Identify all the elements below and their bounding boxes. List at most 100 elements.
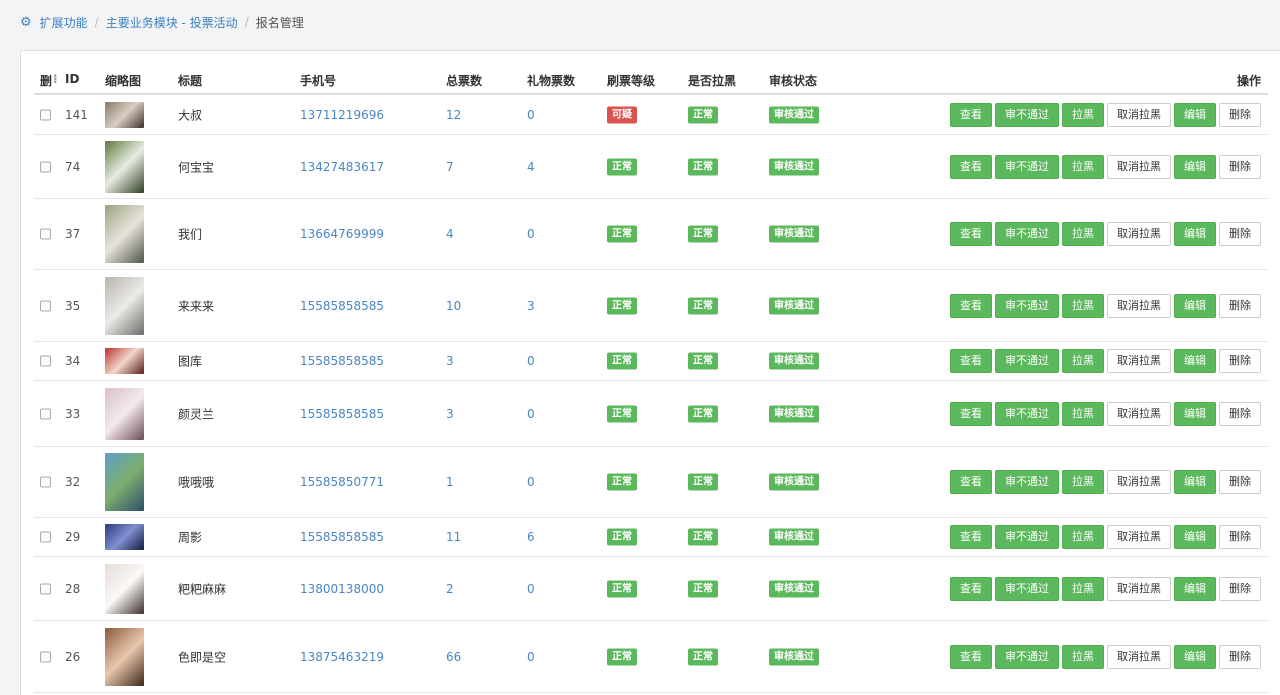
edit-button[interactable]: 编辑 (1174, 644, 1216, 669)
edit-button[interactable]: 编辑 (1174, 525, 1216, 549)
row-checkbox[interactable] (40, 300, 51, 311)
view-button[interactable]: 查看 (950, 349, 992, 373)
delete-button[interactable]: 删除 (1219, 154, 1261, 179)
blacklist-badge: 正常 (688, 405, 718, 422)
edit-button[interactable]: 编辑 (1174, 470, 1216, 494)
row-checkbox[interactable] (40, 228, 51, 240)
row-gift-votes: 0 (527, 475, 535, 489)
row-thumbnail[interactable] (105, 101, 144, 128)
view-button[interactable]: 查看 (950, 644, 992, 669)
reject-button[interactable]: 审不通过 (995, 644, 1059, 669)
view-button[interactable]: 查看 (950, 293, 992, 318)
row-thumbnail[interactable] (105, 453, 144, 511)
view-button[interactable]: 查看 (950, 401, 992, 426)
unblacklist-button[interactable]: 取消拉黑 (1107, 349, 1171, 373)
row-id: 28 (65, 581, 81, 596)
blacklist-button[interactable]: 拉黑 (1062, 644, 1104, 669)
row-title: 颜灵兰 (178, 407, 215, 421)
row-thumbnail[interactable] (105, 348, 144, 374)
edit-button[interactable]: 编辑 (1174, 576, 1216, 601)
table-header: 删 ⁝ ID 缩略图 标题 手机号 总票数 礼物票数 刷票等级 是否拉黑 审核状… (34, 63, 1268, 95)
row-checkbox[interactable] (40, 109, 51, 120)
delete-button[interactable]: 删除 (1219, 401, 1261, 426)
header-delete: 删 (40, 74, 53, 88)
delete-button[interactable]: 删除 (1219, 102, 1261, 127)
row-actions: 查看 审不通过 拉黑 取消拉黑 编辑 删除 (950, 525, 1261, 549)
view-button[interactable]: 查看 (950, 525, 992, 549)
audit-badge: 审核通过 (769, 352, 819, 370)
reject-button[interactable]: 审不通过 (995, 293, 1059, 318)
breadcrumb-link-voting[interactable]: 主要业务模块 - 投票活动 (106, 14, 238, 31)
unblacklist-button[interactable]: 取消拉黑 (1107, 401, 1171, 426)
reject-button[interactable]: 审不通过 (995, 222, 1059, 246)
row-checkbox[interactable] (40, 161, 51, 172)
unblacklist-button[interactable]: 取消拉黑 (1107, 222, 1171, 246)
breadcrumb-link-extensions[interactable]: 扩展功能 (40, 14, 88, 31)
blacklist-button[interactable]: 拉黑 (1062, 293, 1104, 318)
edit-button[interactable]: 编辑 (1174, 102, 1216, 127)
view-button[interactable]: 查看 (950, 576, 992, 601)
view-button[interactable]: 查看 (950, 222, 992, 246)
delete-button[interactable]: 删除 (1219, 349, 1261, 373)
blacklist-button[interactable]: 拉黑 (1062, 525, 1104, 549)
blacklist-button[interactable]: 拉黑 (1062, 154, 1104, 179)
unblacklist-button[interactable]: 取消拉黑 (1107, 154, 1171, 179)
row-checkbox[interactable] (40, 651, 51, 662)
unblacklist-button[interactable]: 取消拉黑 (1107, 644, 1171, 669)
row-thumbnail[interactable] (105, 205, 144, 263)
view-button[interactable]: 查看 (950, 470, 992, 494)
unblacklist-button[interactable]: 取消拉黑 (1107, 470, 1171, 494)
delete-button[interactable]: 删除 (1219, 644, 1261, 669)
reject-button[interactable]: 审不通过 (995, 576, 1059, 601)
delete-button[interactable]: 删除 (1219, 576, 1261, 601)
row-actions: 查看 审不通过 拉黑 取消拉黑 编辑 删除 (950, 470, 1261, 494)
unblacklist-button[interactable]: 取消拉黑 (1107, 525, 1171, 549)
sort-icon[interactable]: ⁝ (53, 72, 58, 86)
view-button[interactable]: 查看 (950, 154, 992, 179)
blacklist-button[interactable]: 拉黑 (1062, 222, 1104, 246)
row-thumbnail[interactable] (105, 563, 144, 614)
row-checkbox[interactable] (40, 408, 51, 419)
row-checkbox[interactable] (40, 583, 51, 594)
row-thumbnail[interactable] (105, 627, 144, 686)
row-thumbnail[interactable] (105, 387, 144, 440)
table-row: 33 颜灵兰 15585858585 3 0 正常 正常 审核通过 查看 审不通过 拉黑 取消拉黑 编辑… (34, 381, 1268, 447)
blacklist-button[interactable]: 拉黑 (1062, 102, 1104, 127)
unblacklist-button[interactable]: 取消拉黑 (1107, 576, 1171, 601)
delete-button[interactable]: 删除 (1219, 470, 1261, 494)
level-badge: 正常 (607, 158, 637, 175)
row-checkbox[interactable] (40, 531, 51, 543)
row-thumbnail[interactable] (105, 140, 144, 193)
row-phone: 13664769999 (300, 227, 384, 241)
unblacklist-button[interactable]: 取消拉黑 (1107, 293, 1171, 318)
edit-button[interactable]: 编辑 (1174, 293, 1216, 318)
row-checkbox[interactable] (40, 476, 51, 488)
reject-button[interactable]: 审不通过 (995, 154, 1059, 179)
level-badge: 正常 (607, 648, 637, 665)
row-thumbnail[interactable] (105, 276, 144, 335)
reject-button[interactable]: 审不通过 (995, 525, 1059, 549)
edit-button[interactable]: 编辑 (1174, 222, 1216, 246)
reject-button[interactable]: 审不通过 (995, 401, 1059, 426)
blacklist-button[interactable]: 拉黑 (1062, 576, 1104, 601)
delete-button[interactable]: 删除 (1219, 525, 1261, 549)
edit-button[interactable]: 编辑 (1174, 154, 1216, 179)
reject-button[interactable]: 审不通过 (995, 349, 1059, 373)
blacklist-button[interactable]: 拉黑 (1062, 401, 1104, 426)
reject-button[interactable]: 审不通过 (995, 102, 1059, 127)
blacklist-button[interactable]: 拉黑 (1062, 349, 1104, 373)
edit-button[interactable]: 编辑 (1174, 349, 1216, 373)
row-gift-votes: 3 (527, 298, 535, 313)
unblacklist-button[interactable]: 取消拉黑 (1107, 102, 1171, 127)
delete-button[interactable]: 删除 (1219, 222, 1261, 246)
delete-button[interactable]: 删除 (1219, 293, 1261, 318)
row-thumbnail[interactable] (105, 524, 144, 550)
reject-button[interactable]: 审不通过 (995, 470, 1059, 494)
view-button[interactable]: 查看 (950, 102, 992, 127)
edit-button[interactable]: 编辑 (1174, 401, 1216, 426)
blacklist-button[interactable]: 拉黑 (1062, 470, 1104, 494)
row-checkbox[interactable] (40, 355, 51, 367)
table-row: 74 何宝宝 13427483617 7 4 正常 正常 审核通过 查看 审不通过 拉黑 取消拉黑 编辑… (34, 135, 1268, 199)
row-actions: 查看 审不通过 拉黑 取消拉黑 编辑 删除 (950, 293, 1261, 318)
row-votes: 3 (446, 406, 454, 421)
